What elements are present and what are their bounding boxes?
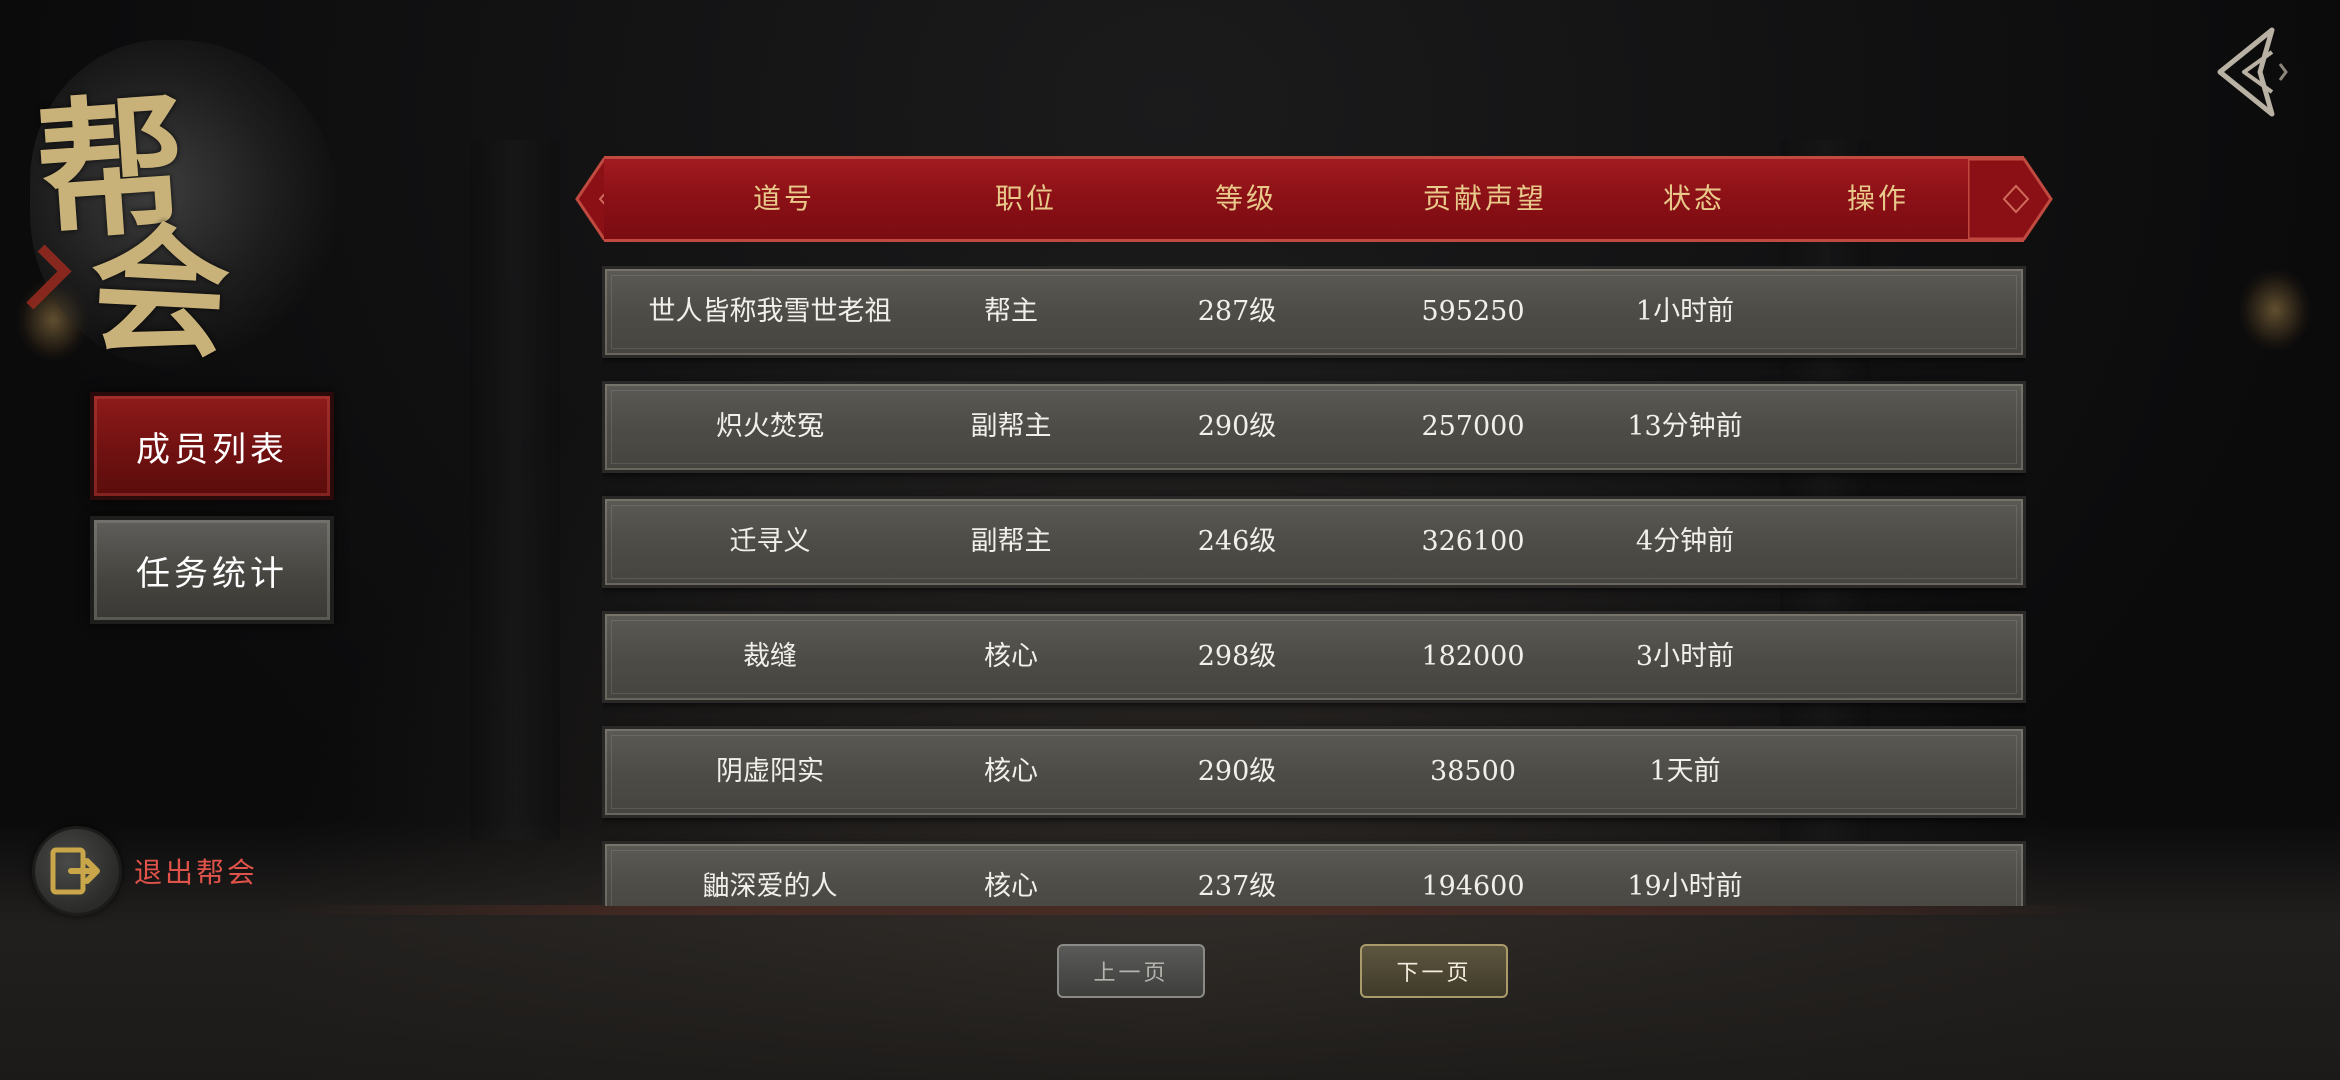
- member-contribution: 194600: [1421, 871, 1525, 902]
- member-contribution: 595250: [1421, 296, 1525, 327]
- quit-guild-label: 退出帮会: [134, 856, 259, 889]
- member-status: 13分钟前: [1627, 411, 1743, 442]
- member-status: 4分钟前: [1635, 526, 1735, 557]
- member-status: 1小时前: [1635, 296, 1735, 327]
- member-level: 287级: [1197, 296, 1277, 327]
- quit-guild-button[interactable]: 退出帮会: [32, 826, 258, 916]
- table-row[interactable]: 阴虚阳实 核心 290级 38500 1天前: [602, 726, 2026, 818]
- table-row[interactable]: 裁缝 核心 298级 182000 3小时前: [602, 611, 2026, 703]
- header-name: 道号: [752, 182, 815, 215]
- member-status: 3小时前: [1635, 641, 1735, 672]
- diamond-back-icon[interactable]: [2210, 24, 2290, 120]
- table-header: 道号 职位 等级 贡献声望 状态 操作: [574, 156, 2054, 242]
- member-level: 290级: [1197, 756, 1277, 787]
- member-contribution: 182000: [1421, 641, 1525, 672]
- guild-title: 帮 会: [6, 30, 340, 379]
- header-contribution: 贡献声望: [1422, 182, 1547, 215]
- tab-task-stats[interactable]: 任务统计: [90, 516, 334, 624]
- header-action: 操作: [1846, 182, 1909, 215]
- tab-member-list[interactable]: 成员列表: [90, 392, 334, 500]
- next-page-button[interactable]: 下一页: [1360, 944, 1508, 998]
- member-contribution: 38500: [1430, 756, 1516, 787]
- table-row[interactable]: 鼬深爱的人 核心 237级 194600 19小时前: [602, 841, 2026, 906]
- member-status: 1天前: [1649, 756, 1721, 787]
- title-char-2: 会: [85, 207, 234, 379]
- member-level: 290级: [1197, 411, 1277, 442]
- table-row[interactable]: 世人皆称我雪世老祖 帮主 287级 595250 1小时前: [602, 266, 2026, 358]
- member-list[interactable]: 世人皆称我雪世老祖 帮主 287级 595250 1小时前 炽火焚冤 副帮主 2…: [602, 266, 2026, 906]
- member-contribution: 326100: [1421, 526, 1525, 557]
- header-position: 职位: [994, 182, 1057, 215]
- exit-door-icon: [32, 826, 122, 916]
- member-level: 237级: [1197, 871, 1277, 902]
- member-level: 246级: [1197, 526, 1277, 557]
- member-status: 19小时前: [1627, 871, 1743, 902]
- member-contribution: 257000: [1421, 411, 1525, 442]
- member-level: 298级: [1197, 641, 1277, 672]
- prev-page-button[interactable]: 上一页: [1057, 944, 1205, 998]
- header-level: 等级: [1214, 182, 1277, 215]
- table-row[interactable]: 迁寻义 副帮主 246级 326100 4分钟前: [602, 496, 2026, 588]
- table-row[interactable]: 炽火焚冤 副帮主 290级 257000 13分钟前: [602, 381, 2026, 473]
- header-status: 状态: [1662, 182, 1725, 215]
